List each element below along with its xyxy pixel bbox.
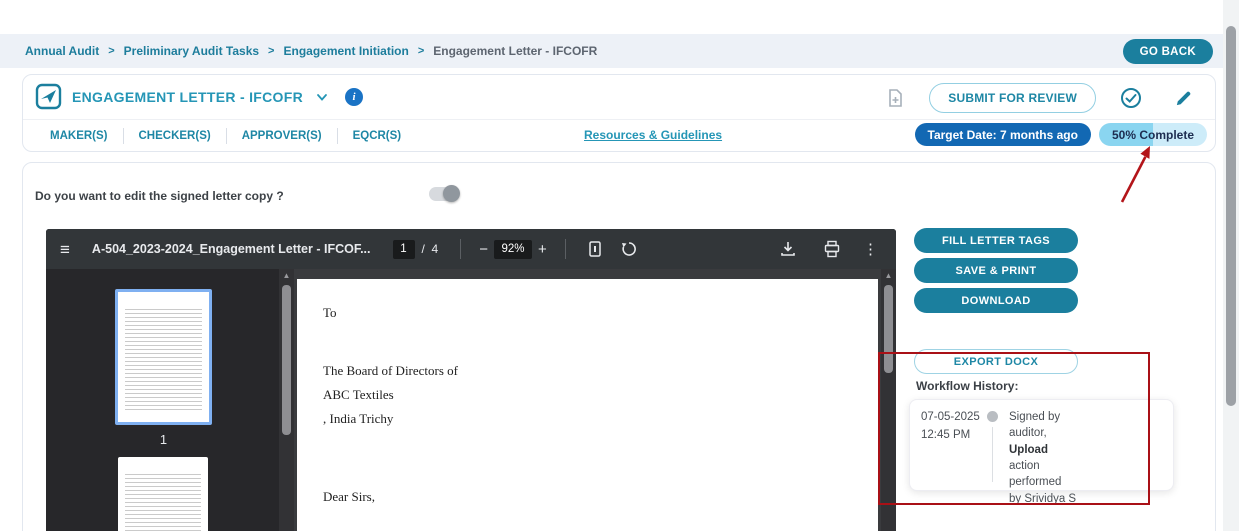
- header-card: ENGAGEMENT LETTER - IFCOFR i SUBMIT FOR …: [22, 74, 1216, 152]
- breadcrumb-item[interactable]: Annual Audit: [25, 44, 99, 58]
- document-line: ABC Textiles: [323, 387, 394, 402]
- pdf-toolbar: ≡ A-504_2023-2024_Engagement Letter - IF…: [46, 229, 896, 269]
- tab-approvers[interactable]: APPROVER(S): [227, 130, 337, 142]
- add-document-icon[interactable]: [885, 88, 905, 108]
- title-row: ENGAGEMENT LETTER - IFCOFR i: [35, 83, 364, 110]
- breadcrumb-item[interactable]: Preliminary Audit Tasks: [124, 44, 259, 58]
- info-icon[interactable]: i: [345, 87, 364, 106]
- breadcrumb-separator: >: [417, 45, 425, 57]
- document-scrollbar: ▲: [881, 269, 896, 531]
- edit-signed-letter-toggle[interactable]: [429, 185, 460, 202]
- go-back-button[interactable]: GO BACK: [1122, 39, 1213, 64]
- fill-letter-tags-button[interactable]: FILL LETTER TAGS: [914, 228, 1078, 253]
- toolbar-divider: [460, 239, 462, 259]
- chevron-down-icon[interactable]: [315, 90, 329, 104]
- thumbnail-page-2[interactable]: [118, 457, 208, 531]
- page-title: ENGAGEMENT LETTER - IFCOFR: [72, 88, 304, 105]
- pdf-body: 1 ▲ To The Board of Directors of ABC Tex…: [46, 269, 896, 531]
- breadcrumb-item[interactable]: Engagement Initiation: [283, 44, 408, 58]
- workflow-entry-datetime: 07-05-2025 12:45 PM: [921, 411, 980, 441]
- more-options-icon[interactable]: ⋮: [859, 240, 882, 258]
- tab-eqcr[interactable]: EQCR(S): [338, 130, 417, 142]
- toolbar-divider: [564, 239, 566, 259]
- edit-signed-letter-question: Do you want to edit the signed letter co…: [35, 189, 284, 203]
- resources-guidelines-link[interactable]: Resources & Guidelines: [584, 128, 722, 142]
- tab-checkers[interactable]: CHECKER(S): [124, 130, 226, 142]
- workflow-history-title: Workflow History:: [916, 379, 1019, 393]
- breadcrumb: Annual Audit > Preliminary Audit Tasks >…: [0, 34, 1239, 68]
- scroll-up-icon[interactable]: ▲: [881, 271, 896, 280]
- fit-page-icon[interactable]: [586, 240, 604, 258]
- document-page: To The Board of Directors of ABC Textile…: [297, 279, 878, 531]
- scroll-up-icon[interactable]: ▲: [279, 271, 294, 280]
- thumbnail-page-1[interactable]: [115, 289, 212, 425]
- submit-for-review-button[interactable]: SUBMIT FOR REVIEW: [929, 83, 1096, 113]
- document-line: To: [323, 305, 337, 320]
- breadcrumb-separator: >: [268, 45, 275, 57]
- download-button[interactable]: DOWNLOAD: [914, 288, 1078, 313]
- zoom-out-icon[interactable]: −: [473, 241, 494, 258]
- timeline-line: [992, 427, 993, 482]
- page-scrollbar-thumb[interactable]: [1226, 26, 1236, 406]
- workflow-entry-text: Signed by auditor, Upload action perform…: [1009, 411, 1077, 505]
- engagement-letter-icon: [35, 83, 62, 110]
- export-docx-button[interactable]: EXPORT DOCX: [914, 349, 1078, 374]
- pdf-toolbar-right: ⋮: [771, 240, 882, 258]
- download-icon[interactable]: [779, 240, 797, 258]
- scrollbar-thumb[interactable]: [884, 285, 893, 373]
- pdf-page-count: / 4: [421, 242, 439, 256]
- thumbnail-content: [125, 466, 201, 531]
- document-line: Dear Sirs,: [323, 489, 375, 504]
- pdf-document-title: A-504_2023-2024_Engagement Letter - IFCO…: [91, 242, 371, 256]
- status-badges: Target Date: 7 months ago 50% Complete: [914, 123, 1207, 146]
- workflow-history-card: 07-05-2025 12:45 PM Signed by auditor, U…: [909, 399, 1174, 505]
- breadcrumb-separator: >: [108, 45, 115, 57]
- check-circle-icon[interactable]: [1120, 87, 1142, 109]
- zoom-in-icon[interactable]: +: [532, 241, 553, 258]
- print-icon[interactable]: [823, 240, 841, 258]
- pdf-thumbnail-pane: 1: [46, 269, 279, 531]
- progress-badge: 50% Complete: [1098, 123, 1207, 146]
- scrollbar-thumb[interactable]: [282, 285, 291, 435]
- toggle-knob: [443, 185, 460, 202]
- pdf-viewer: ≡ A-504_2023-2024_Engagement Letter - IF…: [46, 229, 896, 531]
- save-and-print-button[interactable]: SAVE & PRINT: [914, 258, 1078, 283]
- pdf-zoom-input[interactable]: [493, 239, 532, 259]
- edit-pencil-icon[interactable]: [1174, 89, 1193, 108]
- pdf-menu-icon[interactable]: ≡: [60, 241, 70, 258]
- rotate-icon[interactable]: [620, 240, 638, 258]
- pdf-page-input[interactable]: [392, 239, 415, 259]
- tab-makers[interactable]: MAKER(S): [35, 130, 123, 142]
- timeline-dot-icon: [987, 411, 998, 422]
- thumbnail-scrollbar: ▲: [279, 269, 294, 531]
- thumbnail-1-label: 1: [159, 432, 168, 447]
- content-card: Do you want to edit the signed letter co…: [22, 162, 1216, 531]
- page-scrollbar: [1223, 0, 1239, 531]
- pdf-document-pane: To The Board of Directors of ABC Textile…: [294, 269, 881, 531]
- thumbnail-content: [125, 301, 202, 413]
- breadcrumb-current: Engagement Letter - IFCOFR: [433, 44, 598, 58]
- document-line: The Board of Directors of: [323, 363, 459, 378]
- document-line: , India Trichy: [323, 411, 394, 426]
- target-date-badge: Target Date: 7 months ago: [914, 123, 1091, 146]
- header-actions: SUBMIT FOR REVIEW: [877, 83, 1201, 113]
